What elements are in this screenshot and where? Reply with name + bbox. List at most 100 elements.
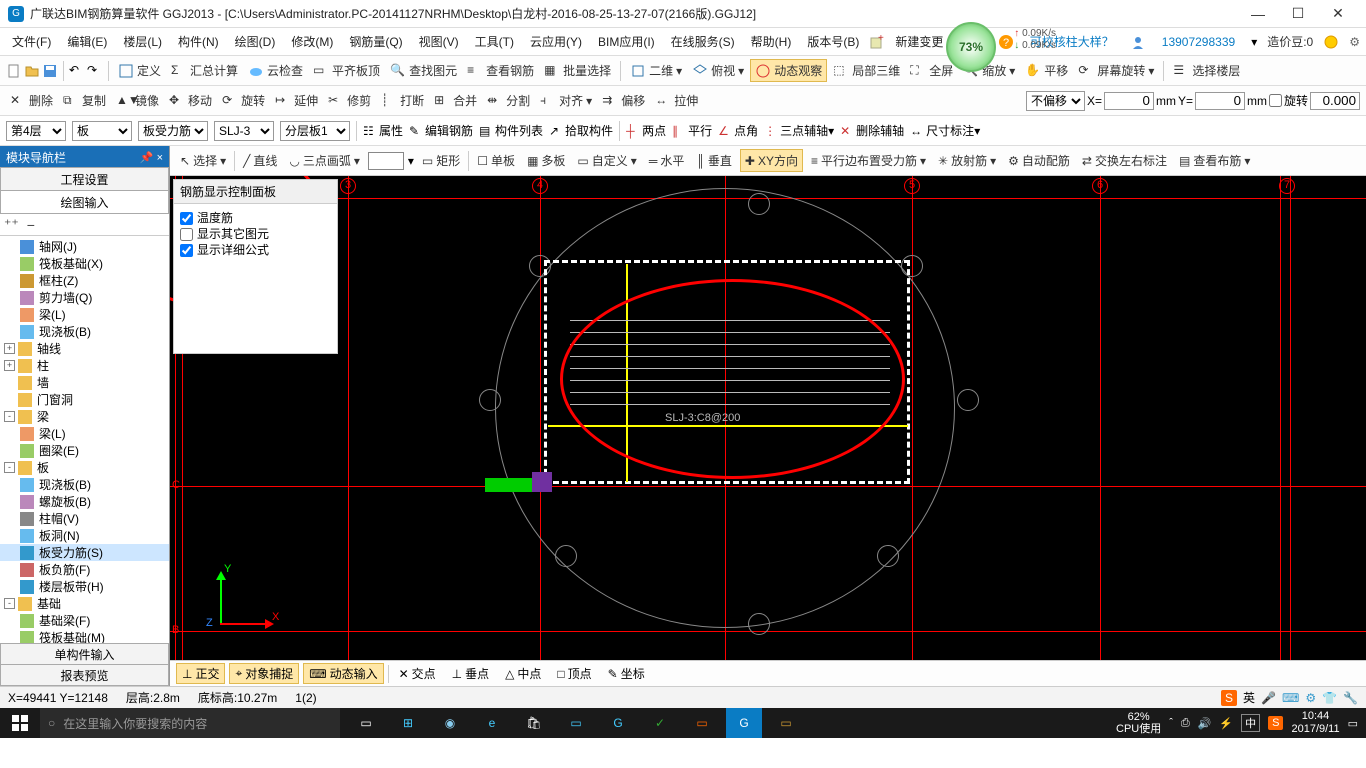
taskbar-search[interactable]: ○在这里输入你要搜索的内容 [40, 708, 340, 738]
delete-button[interactable]: ✕删除 [6, 90, 57, 111]
tree-foundbeam[interactable]: 基础梁(F) [37, 612, 92, 629]
three-aux-button[interactable]: ⋮三点辅轴▾ [764, 122, 834, 140]
tree-raft[interactable]: 筏板基础(X) [37, 255, 105, 272]
question-icon[interactable]: ? [998, 34, 1014, 50]
layer-select[interactable]: 分层板1 [280, 121, 350, 141]
trim-button[interactable]: ✂修剪 [324, 90, 375, 111]
rotate-input[interactable] [1310, 92, 1360, 110]
tray-clock[interactable]: 10:442017/9/11 [1291, 710, 1339, 736]
status-set-icon[interactable]: ⚙ [1305, 691, 1316, 705]
save-icon[interactable] [42, 63, 58, 79]
xy-button[interactable]: ✚ XY方向 [740, 149, 803, 172]
ime-lang[interactable]: 英 [1243, 689, 1255, 706]
tray-ime[interactable]: 中 [1241, 714, 1260, 732]
mid-toggle[interactable]: △ 中点 [499, 663, 547, 684]
tree-wall[interactable]: 墙 [35, 374, 51, 391]
copy-button[interactable]: ⧉复制 [59, 90, 110, 111]
tray-notif-icon[interactable]: ▭ [1348, 717, 1358, 730]
menu-help[interactable]: 帮助(H) [745, 31, 798, 52]
edge-rebar-button[interactable]: ≡ 平行边布置受力筋 ▾ [807, 150, 930, 171]
tree-axis[interactable]: 轴线 [35, 340, 63, 357]
select-tool[interactable]: ↖ 选择 ▾ [176, 150, 230, 171]
status-tool-icon[interactable]: 🔧 [1343, 691, 1358, 705]
find-elem-button[interactable]: 🔍查找图元 [386, 60, 461, 81]
look-button[interactable]: 俯视▾ [688, 60, 748, 81]
tree-ringbeam[interactable]: 圈梁(E) [37, 442, 81, 459]
vertex-toggle[interactable]: □ 顶点 [551, 663, 597, 684]
tray-vol-icon[interactable]: 🔊 [1198, 717, 1212, 730]
radial-button[interactable]: ✳ 放射筋 ▾ [934, 150, 1000, 171]
performance-meter[interactable]: 73% [946, 22, 996, 72]
swap-button[interactable]: ⇄ 交换左右标注 [1078, 150, 1171, 171]
task-app-4[interactable]: G [600, 708, 636, 738]
redo-icon[interactable]: ↷ [87, 63, 103, 79]
task-store[interactable]: 🛍 [516, 708, 552, 738]
tree-beam0[interactable]: 梁(L) [37, 306, 68, 323]
cloud-check-button[interactable]: 云检查 [244, 60, 307, 81]
view-rebar-button[interactable]: ≡查看钢筋 [463, 60, 538, 81]
dimension-button[interactable]: ↔尺寸标注▾ [910, 122, 980, 140]
menu-file[interactable]: 文件(F) [6, 31, 57, 52]
tree-beam[interactable]: 梁 [35, 408, 51, 425]
tab-single-input[interactable]: 单构件输入 [0, 643, 169, 665]
tray-net-icon[interactable]: ⎙ [1181, 717, 1190, 730]
tree-slabopen[interactable]: 板洞(N) [37, 527, 82, 544]
floor-select[interactable]: 第4层 [6, 121, 66, 141]
sum-button[interactable]: Σ汇总计算 [167, 60, 242, 81]
tree-spiral[interactable]: 螺旋板(B) [37, 493, 93, 510]
coord-toggle[interactable]: ✎ 坐标 [602, 663, 651, 684]
tree-shear[interactable]: 剪力墙(Q) [37, 289, 94, 306]
local-3d-button[interactable]: ⬚局部三维 [829, 60, 904, 81]
view-2d-button[interactable]: 二维▾ [626, 60, 686, 81]
attr-button[interactable]: ☷属性 [363, 122, 403, 140]
task-app-3[interactable]: ▭ [558, 708, 594, 738]
status-user-icon[interactable]: 👕 [1322, 691, 1337, 705]
status-key-icon[interactable]: ⌨ [1282, 691, 1299, 705]
menu-draw[interactable]: 绘图(D) [229, 31, 282, 52]
edit-rebar-button[interactable]: ✎编辑钢筋 [409, 122, 473, 140]
offset-mode-select[interactable]: 不偏移 [1026, 91, 1085, 111]
custom-button[interactable]: ▭ 自定义 ▾ [573, 150, 640, 171]
maximize-button[interactable]: ☐ [1278, 2, 1318, 26]
define-button[interactable]: 定义 [114, 60, 165, 81]
menu-floor[interactable]: 楼层(L) [117, 31, 168, 52]
pin-icon[interactable]: 📌 × [140, 151, 163, 164]
break-button[interactable]: ┊打断 [377, 90, 428, 111]
minimize-button[interactable]: — [1238, 2, 1278, 26]
parallel-button[interactable]: ∥平行 [672, 122, 712, 140]
task-app-6[interactable]: ▭ [684, 708, 720, 738]
instance-select[interactable]: SLJ-3 [214, 121, 274, 141]
extend-button[interactable]: ↦延伸 [271, 90, 322, 111]
tree-slabrebar[interactable]: 板受力筋(S) [37, 544, 105, 561]
task-app-1[interactable]: ⊞ [390, 708, 426, 738]
perp-toggle[interactable]: ⊥ 垂点 [446, 663, 495, 684]
move-button[interactable]: ✥移动 [165, 90, 216, 111]
pick-button[interactable]: ↗拾取构件 [549, 122, 613, 140]
tray-wifi-icon[interactable]: ⚡ [1219, 717, 1233, 730]
tree-opening[interactable]: 门窗洞 [35, 391, 75, 408]
tree-floorstrip[interactable]: 楼层板带(H) [37, 578, 106, 595]
menu-online[interactable]: 在线服务(S) [665, 31, 741, 52]
new-change-icon[interactable]: + [869, 34, 885, 50]
two-point-button[interactable]: ┼两点 [626, 122, 666, 140]
menu-component[interactable]: 构件(N) [172, 31, 225, 52]
tree-col[interactable]: 柱 [35, 357, 51, 374]
intersect-toggle[interactable]: ✕ 交点 [393, 663, 442, 684]
tree-beamL[interactable]: 梁(L) [37, 425, 68, 442]
tree-framecol[interactable]: 框柱(Z) [37, 272, 80, 289]
tree-axisgrid[interactable]: 轴网(J) [37, 238, 79, 255]
flat-roof-button[interactable]: ▭平齐板顶 [309, 60, 384, 81]
dynamic-view-button[interactable]: 动态观察 [750, 59, 827, 82]
y-input[interactable] [1195, 92, 1245, 110]
x-input[interactable] [1104, 92, 1154, 110]
phone-label[interactable]: 13907298339 [1156, 33, 1241, 51]
view-dist-button[interactable]: ▤ 查看布筋 ▾ [1175, 150, 1254, 171]
drawing-canvas[interactable]: 3 4 5 6 7 B C [170, 176, 1366, 660]
tree-castslab2[interactable]: 现浇板(B) [37, 476, 93, 493]
open-icon[interactable] [24, 63, 40, 79]
tree-slabneg[interactable]: 板负筋(F) [37, 561, 92, 578]
menu-version[interactable]: 版本号(B) [801, 31, 865, 52]
component-select[interactable]: 板 [72, 121, 132, 141]
horiz-button[interactable]: ═ 水平 [645, 150, 689, 171]
component-list-button[interactable]: ▤构件列表 [479, 122, 543, 140]
